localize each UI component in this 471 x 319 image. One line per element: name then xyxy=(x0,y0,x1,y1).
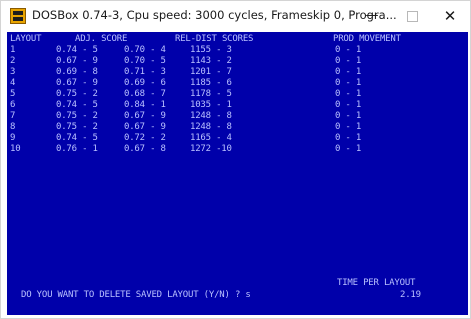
prod-movement-cell: 0 - 1 xyxy=(335,78,362,88)
table-row: 6 0.74 - 5 0.84 - 1 1035 - 1 0 - 1 xyxy=(7,100,468,111)
score-cell: 1143 - 2 xyxy=(190,56,232,66)
prod-movement-cell: 0 - 1 xyxy=(335,111,362,121)
prod-movement-cell: 0 - 1 xyxy=(335,89,362,99)
prod-movement-cell: 0 - 1 xyxy=(335,45,362,55)
prod-movement-cell: 0 - 1 xyxy=(335,133,362,143)
layout-number: 4 xyxy=(10,78,16,88)
adj-score-cell: 0.75 - 2 xyxy=(56,89,98,99)
dosbox-window: DOSBox 0.74-3, Cpu speed: 3000 cycles, F… xyxy=(0,0,471,319)
layout-number: 7 xyxy=(10,111,16,121)
adj-score-cell: 0.74 - 5 xyxy=(56,45,98,55)
rel-dist-cell: 0.68 - 7 xyxy=(124,89,166,99)
rel-dist-cell: 0.67 - 9 xyxy=(124,111,166,121)
adj-score-cell: 0.74 - 5 xyxy=(56,133,98,143)
table-row: 7 0.75 - 2 0.67 - 9 1248 - 8 0 - 1 xyxy=(7,111,468,122)
table-row: 10 0.76 - 1 0.67 - 8 1272 -10 0 - 1 xyxy=(7,144,468,155)
adj-score-cell: 0.69 - 8 xyxy=(56,67,98,77)
prod-movement-cell: 0 - 1 xyxy=(335,67,362,77)
header-layout: LAYOUT xyxy=(10,34,42,44)
adj-score-cell: 0.76 - 1 xyxy=(56,144,98,154)
score-cell: 1201 - 7 xyxy=(190,67,232,77)
layout-number: 9 xyxy=(10,133,16,143)
prod-movement-cell: 0 - 1 xyxy=(335,56,362,66)
header-rel-dist: REL-DIST xyxy=(175,34,217,44)
rel-dist-cell: 0.84 - 1 xyxy=(124,100,166,110)
score-cell: 1178 - 5 xyxy=(190,89,232,99)
score-cell: 1248 - 8 xyxy=(190,111,232,121)
prod-movement-cell: 0 - 1 xyxy=(335,122,362,132)
rel-dist-cell: 0.72 - 2 xyxy=(124,133,166,143)
title-bar[interactable]: DOSBox 0.74-3, Cpu speed: 3000 cycles, F… xyxy=(1,1,470,31)
score-cell: 1155 - 3 xyxy=(190,45,232,55)
layout-table: 1 0.74 - 5 0.70 - 4 1155 - 30 - 1 2 0.67 - 90… xyxy=(7,45,468,155)
layout-number: 1 xyxy=(10,45,16,55)
header-adj-score: ADJ. SCORE xyxy=(75,34,128,44)
layout-number: 8 xyxy=(10,122,16,132)
rel-dist-cell: 0.70 - 4 xyxy=(124,45,166,55)
table-row: 8 0.75 - 2 0.67 - 9 1248 - 8 0 - 1 xyxy=(7,122,468,133)
score-cell: 1185 - 6 xyxy=(190,78,232,88)
close-button[interactable]: ✕ xyxy=(430,1,470,31)
adj-score-cell: 0.75 - 2 xyxy=(56,122,98,132)
layout-number: 10 xyxy=(10,144,21,154)
header-prod-movement: PROD MOVEMENT xyxy=(333,34,401,44)
adj-score-cell: 0.67 - 9 xyxy=(56,78,98,88)
table-row: 3 0.69 - 8 0.71 - 3 1201 - 7 0 - 1 xyxy=(7,67,468,78)
time-per-layout-label: TIME PER LAYOUT xyxy=(337,278,416,288)
adj-score-cell: 0.74 - 5 xyxy=(56,100,98,110)
maximize-icon xyxy=(406,11,418,22)
rel-dist-cell: 0.67 - 8 xyxy=(124,144,166,154)
adj-score-cell: 0.75 - 2 xyxy=(56,111,98,121)
dos-screen[interactable]: LAYOUT ADJ. SCORE REL-DIST SCORES PROD M… xyxy=(7,32,468,315)
rel-dist-cell: 0.71 - 3 xyxy=(124,67,166,77)
table-row: 9 0.74 - 5 0.72 - 2 1165 - 4 0 - 1 xyxy=(7,133,468,144)
rel-dist-cell: 0.69 - 6 xyxy=(124,78,166,88)
minimize-button[interactable]: — xyxy=(352,1,392,31)
score-cell: 1248 - 8 xyxy=(190,122,232,132)
table-row: 1 0.74 - 5 0.70 - 4 1155 - 3 0 - 1 xyxy=(7,45,468,56)
score-cell: 1035 - 1 xyxy=(190,100,232,110)
header-rel-dist-scores: REL-DIST SCORES xyxy=(175,34,253,45)
adj-score-cell: 0.67 - 9 xyxy=(56,56,98,66)
prod-movement-cell: 0 - 1 xyxy=(335,100,362,110)
layout-number: 5 xyxy=(10,89,16,99)
header-scores: SCORES xyxy=(221,34,254,44)
rel-dist-cell: 0.70 - 5 xyxy=(124,56,166,66)
table-row: 4 0.67 - 9 0.69 - 6 1185 - 6 0 - 1 xyxy=(7,78,468,89)
score-cell: 1272 -10 xyxy=(190,144,232,154)
maximize-button[interactable] xyxy=(392,1,432,31)
layout-number: 3 xyxy=(10,67,16,77)
table-row: 2 0.67 - 9 0.70 - 5 1143 - 2 0 - 1 xyxy=(7,56,468,67)
layout-number: 2 xyxy=(10,56,16,66)
delete-layout-prompt[interactable]: DO YOU WANT TO DELETE SAVED LAYOUT (Y/N)… xyxy=(21,290,251,301)
window-title: DOSBox 0.74-3, Cpu speed: 3000 cycles, F… xyxy=(32,8,397,22)
prod-movement-cell: 0 - 1 xyxy=(335,144,362,154)
rel-dist-cell: 0.67 - 9 xyxy=(124,122,166,132)
score-cell: 1165 - 4 xyxy=(190,133,232,143)
layout-number: 6 xyxy=(10,100,16,110)
time-per-layout-value: 2.19 xyxy=(400,290,421,300)
dosbox-app-icon[interactable] xyxy=(10,8,26,24)
table-row: 5 0.75 - 2 0.68 - 7 1178 - 5 0 - 1 xyxy=(7,89,468,100)
